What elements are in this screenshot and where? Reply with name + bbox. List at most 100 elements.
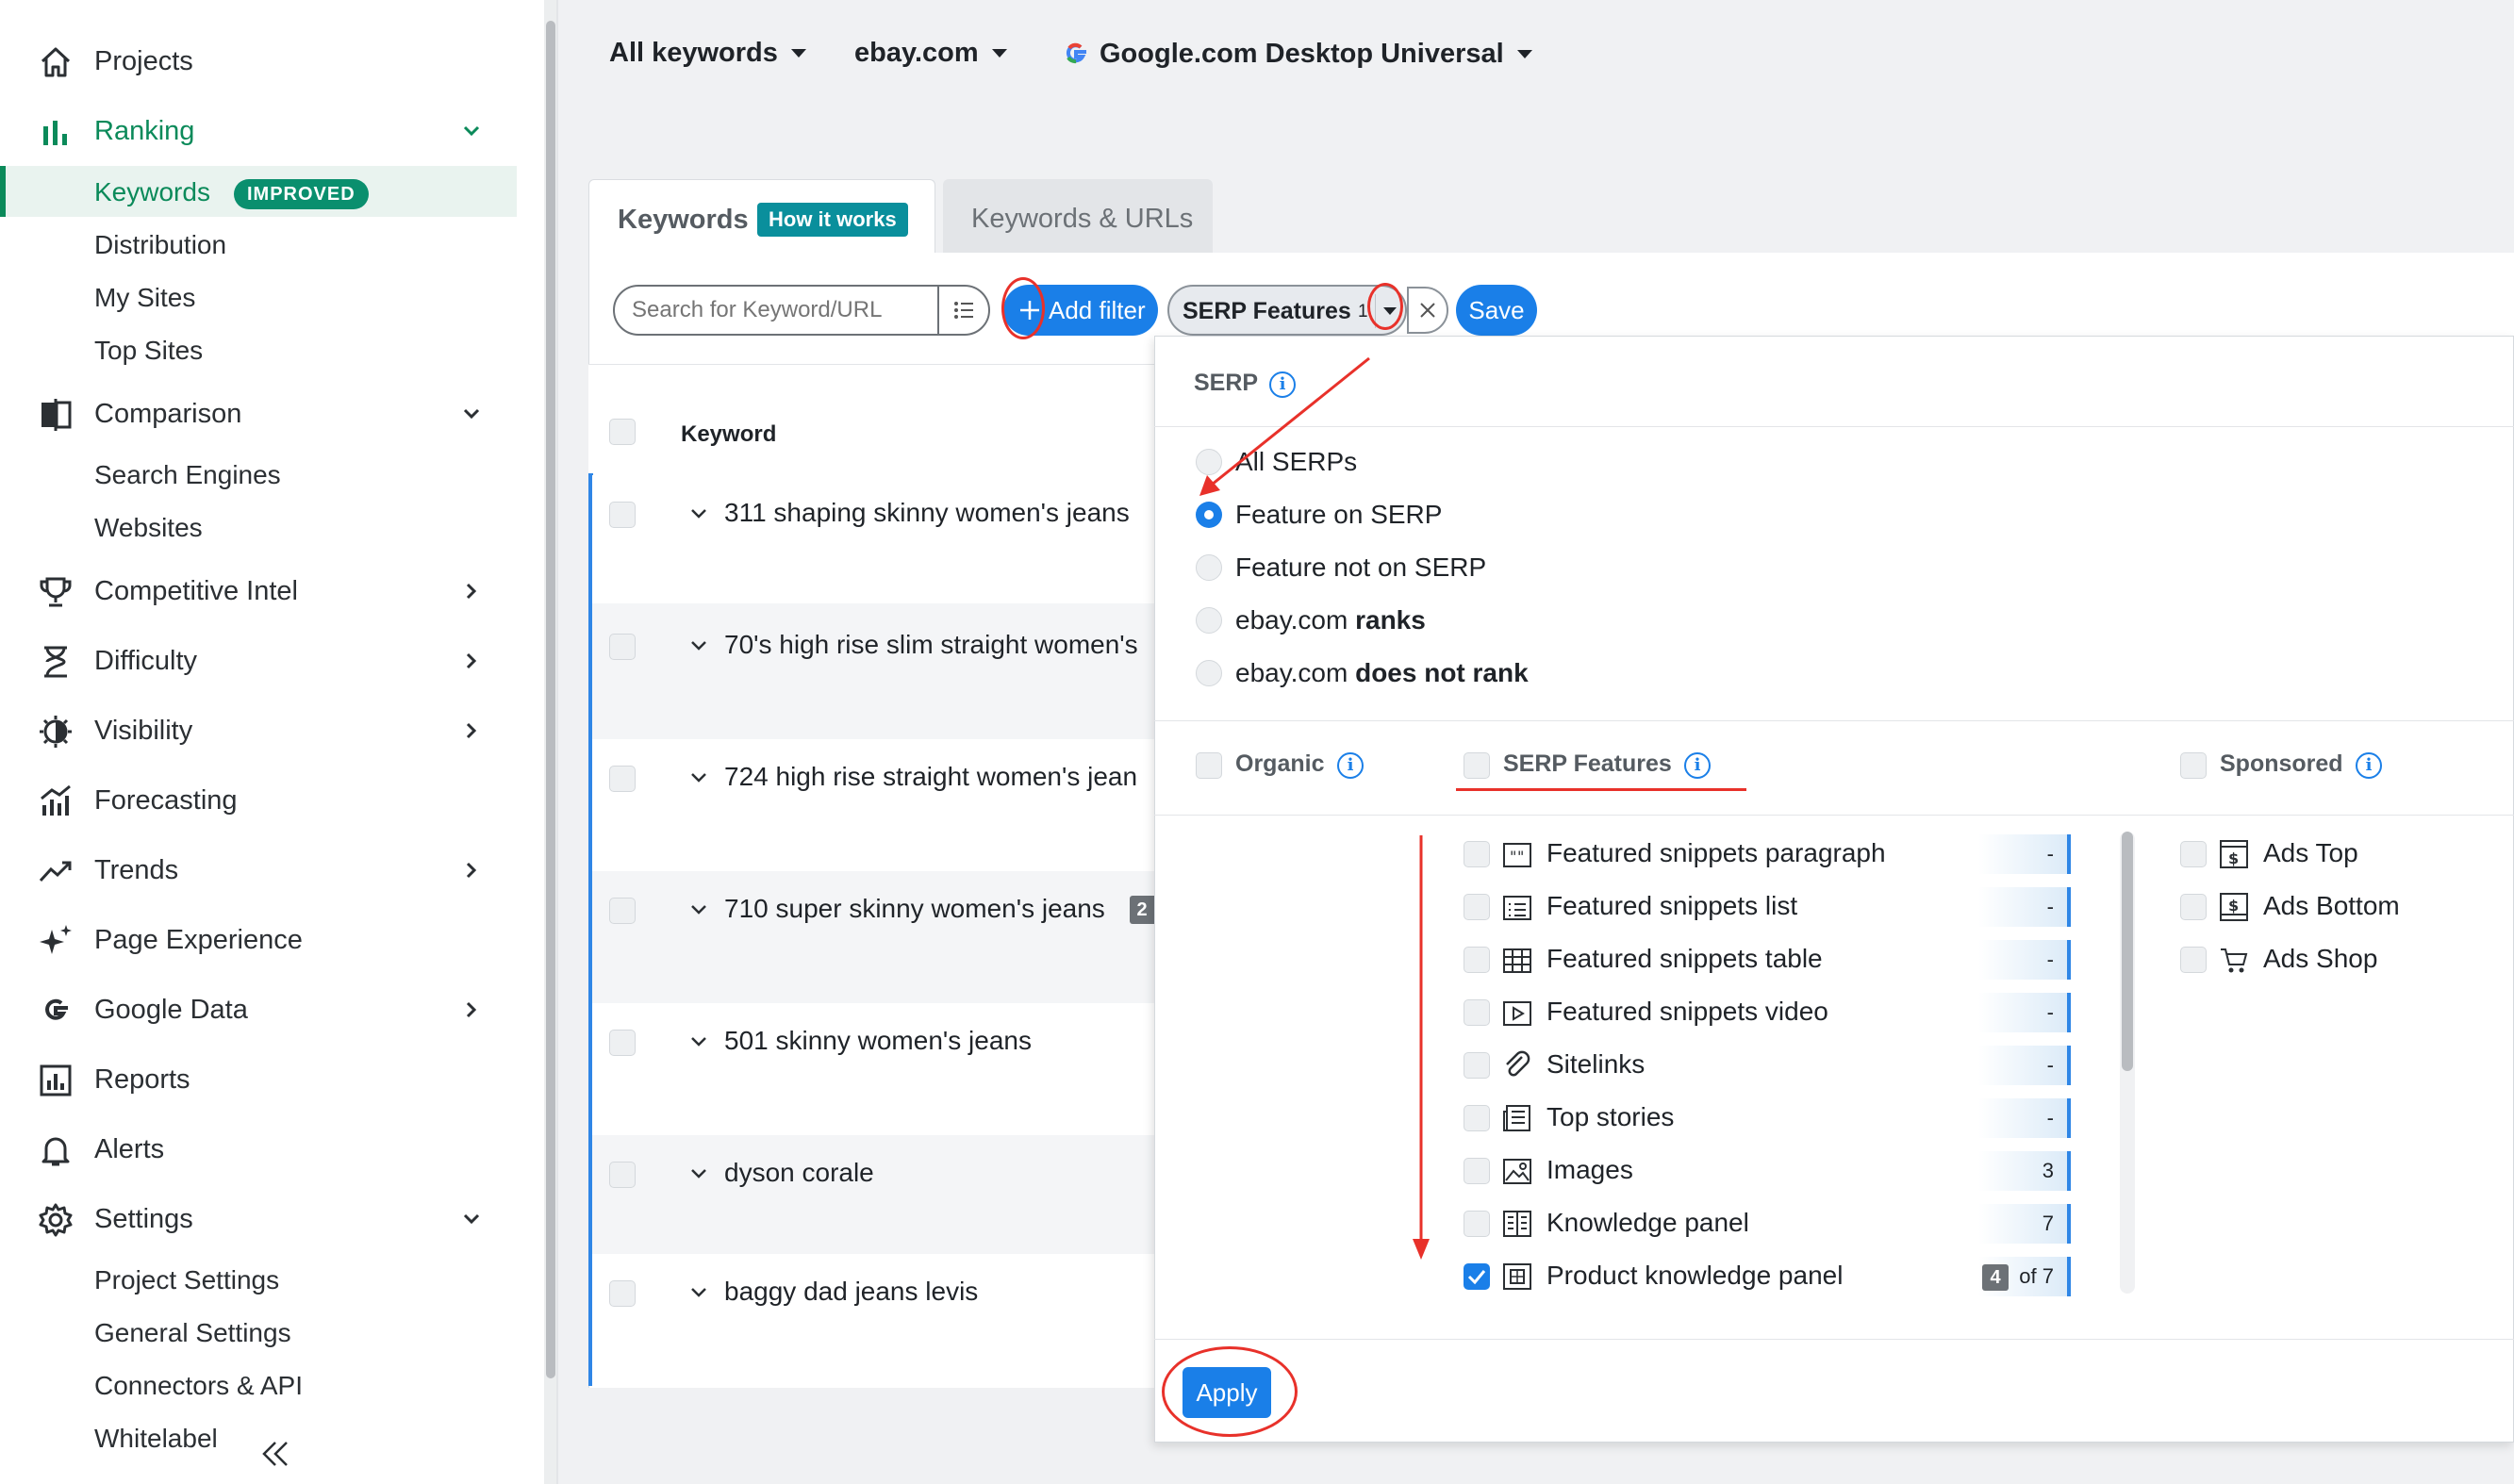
nav-settings[interactable]: Settings bbox=[0, 1194, 517, 1245]
sidebar-item-keywords[interactable]: Keywords bbox=[94, 173, 210, 211]
sidebar-item-project-settings[interactable]: Project Settings bbox=[94, 1261, 279, 1299]
table-row[interactable]: baggy dad jeans levis bbox=[592, 1254, 1154, 1386]
nav-visibility[interactable]: Visibility bbox=[0, 705, 517, 756]
radio-site-does-not-rank[interactable] bbox=[1196, 660, 1222, 686]
table-row[interactable]: 311 shaping skinny women's jeans bbox=[592, 475, 1154, 603]
row-checkbox[interactable] bbox=[609, 502, 636, 528]
sidebar-item-general-settings[interactable]: General Settings bbox=[94, 1314, 291, 1352]
feature-label[interactable]: Featured snippets list bbox=[1546, 891, 1797, 921]
feature-checkbox[interactable] bbox=[1464, 1105, 1490, 1131]
nav-reports[interactable]: Reports bbox=[0, 1054, 517, 1105]
chevron-down-icon[interactable] bbox=[686, 634, 711, 658]
feature-checkbox[interactable] bbox=[1464, 841, 1490, 867]
feature-label[interactable]: Knowledge panel bbox=[1546, 1208, 1749, 1238]
row-checkbox[interactable] bbox=[609, 1280, 636, 1307]
sidebar-item-search-engines[interactable]: Search Engines bbox=[94, 456, 281, 494]
row-keyword[interactable]: baggy dad jeans levis bbox=[724, 1277, 978, 1307]
feature-checkbox[interactable] bbox=[1464, 1158, 1490, 1184]
feature-label[interactable]: Featured snippets video bbox=[1546, 997, 1828, 1027]
row-checkbox[interactable] bbox=[609, 898, 636, 924]
radio-site-ranks[interactable] bbox=[1196, 607, 1222, 634]
sidebar-item-distribution[interactable]: Distribution bbox=[94, 226, 226, 264]
chevron-down-icon[interactable] bbox=[458, 118, 485, 144]
nav-projects[interactable]: Projects bbox=[0, 36, 517, 87]
nav-ranking[interactable]: Ranking bbox=[0, 106, 517, 157]
row-checkbox[interactable] bbox=[609, 634, 636, 660]
sidebar-item-connectors-api[interactable]: Connectors & API bbox=[94, 1367, 303, 1405]
nav-comparison[interactable]: Comparison bbox=[0, 388, 517, 439]
sponsored-item-label[interactable]: Ads Bottom bbox=[2263, 891, 2400, 921]
organic-checkbox[interactable] bbox=[1196, 752, 1222, 779]
sponsored-checkbox[interactable] bbox=[2180, 752, 2207, 779]
row-checkbox[interactable] bbox=[609, 1030, 636, 1056]
table-row[interactable]: 724 high rise straight women's jean bbox=[592, 739, 1154, 871]
info-icon[interactable]: i bbox=[2356, 752, 2382, 779]
sponsored-item-label[interactable]: Ads Shop bbox=[2263, 944, 2377, 974]
row-keyword[interactable]: dyson corale bbox=[724, 1158, 874, 1188]
row-keyword[interactable]: 70's high rise slim straight women's bbox=[724, 630, 1138, 660]
feature-label[interactable]: Featured snippets table bbox=[1546, 944, 1823, 974]
sidebar-item-websites[interactable]: Websites bbox=[94, 509, 203, 547]
features-scrollbar-thumb[interactable] bbox=[2122, 832, 2133, 1071]
sponsored-checkbox[interactable] bbox=[2180, 841, 2207, 867]
sidebar-item-my-sites[interactable]: My Sites bbox=[94, 279, 195, 317]
feature-checkbox[interactable] bbox=[1464, 1052, 1490, 1079]
sidebar-scrollbar-thumb[interactable] bbox=[546, 21, 555, 1378]
chevron-down-icon[interactable] bbox=[686, 898, 711, 922]
nav-competitive-intel[interactable]: Competitive Intel bbox=[0, 566, 517, 617]
chevron-right-icon[interactable] bbox=[458, 717, 485, 744]
chevron-down-icon[interactable] bbox=[686, 502, 711, 526]
how-it-works-badge[interactable]: How it works bbox=[757, 203, 908, 237]
radio-site-does-not-rank-label[interactable]: ebay.com does not rank bbox=[1235, 658, 1529, 688]
info-icon[interactable]: i bbox=[1337, 752, 1364, 779]
chevron-right-icon[interactable] bbox=[458, 578, 485, 604]
row-keyword[interactable]: 501 skinny women's jeans bbox=[724, 1026, 1032, 1056]
tab-keywords-urls[interactable]: Keywords & URLs bbox=[943, 179, 1213, 255]
radio-feature-not-on-serp-label[interactable]: Feature not on SERP bbox=[1235, 552, 1486, 583]
site-dropdown[interactable]: ebay.com bbox=[854, 38, 1007, 69]
nav-alerts[interactable]: Alerts bbox=[0, 1124, 517, 1175]
collapse-sidebar-icon[interactable] bbox=[256, 1435, 294, 1473]
engine-dropdown[interactable]: Google.com Desktop Universal bbox=[1060, 38, 1532, 70]
feature-label[interactable]: Sitelinks bbox=[1546, 1049, 1645, 1080]
table-row[interactable]: 710 super skinny women's jeans 2 bbox=[592, 871, 1154, 1003]
nav-trends[interactable]: Trends bbox=[0, 845, 517, 896]
chevron-right-icon[interactable] bbox=[458, 648, 485, 674]
keyword-search-input[interactable] bbox=[632, 294, 934, 326]
save-button[interactable]: Save bbox=[1456, 285, 1537, 336]
sidebar-item-whitelabel[interactable]: Whitelabel bbox=[94, 1420, 218, 1458]
info-icon[interactable]: i bbox=[1684, 752, 1711, 779]
chevron-down-icon[interactable] bbox=[458, 401, 485, 427]
sponsored-item-label[interactable]: Ads Top bbox=[2263, 838, 2358, 868]
feature-label[interactable]: Images bbox=[1546, 1155, 1633, 1185]
nav-page-experience[interactable]: Page Experience bbox=[0, 915, 517, 965]
table-row[interactable]: 70's high rise slim straight women's bbox=[592, 603, 1154, 739]
feature-checkbox[interactable] bbox=[1464, 894, 1490, 920]
chevron-down-icon[interactable] bbox=[686, 1280, 711, 1305]
keyword-search[interactable] bbox=[613, 285, 990, 336]
select-all-checkbox[interactable] bbox=[609, 419, 636, 445]
keywords-dropdown[interactable]: All keywords bbox=[609, 38, 806, 69]
chevron-down-icon[interactable] bbox=[686, 1162, 711, 1186]
sidebar-item-top-sites[interactable]: Top Sites bbox=[94, 332, 203, 370]
bulk-list-icon[interactable] bbox=[937, 287, 988, 334]
feature-checkbox[interactable] bbox=[1464, 947, 1490, 973]
row-checkbox[interactable] bbox=[609, 1162, 636, 1188]
nav-google-data[interactable]: Google Data bbox=[0, 984, 517, 1035]
row-checkbox[interactable] bbox=[609, 766, 636, 792]
row-keyword[interactable]: 311 shaping skinny women's jeans bbox=[724, 498, 1130, 528]
feature-checkbox[interactable] bbox=[1464, 999, 1490, 1026]
radio-site-ranks-label[interactable]: ebay.com ranks bbox=[1235, 605, 1426, 635]
feature-label[interactable]: Top stories bbox=[1546, 1102, 1674, 1132]
nav-forecasting[interactable]: Forecasting bbox=[0, 775, 517, 826]
sponsored-checkbox[interactable] bbox=[2180, 947, 2207, 973]
chevron-down-icon[interactable] bbox=[686, 766, 711, 790]
feature-label[interactable]: Product knowledge panel bbox=[1546, 1261, 1843, 1291]
tab-keywords[interactable]: Keywords How it works bbox=[588, 179, 935, 255]
chevron-down-icon[interactable] bbox=[686, 1030, 711, 1054]
nav-difficulty[interactable]: Difficulty bbox=[0, 635, 517, 686]
row-keyword[interactable]: 710 super skinny women's jeans bbox=[724, 894, 1105, 924]
sponsored-checkbox[interactable] bbox=[2180, 894, 2207, 920]
chevron-down-icon[interactable] bbox=[458, 1206, 485, 1232]
row-keyword[interactable]: 724 high rise straight women's jean bbox=[724, 762, 1137, 792]
